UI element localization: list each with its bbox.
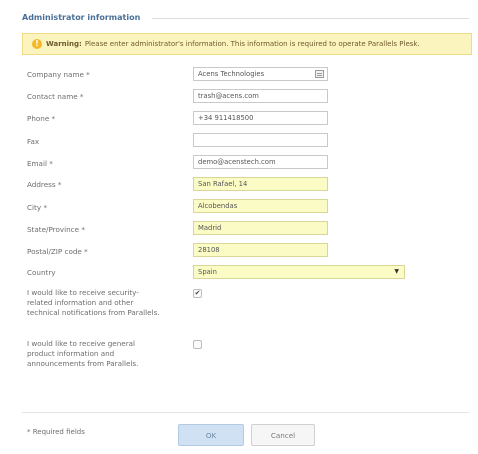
postal-code-field[interactable] (193, 243, 328, 257)
warning-text: Please enter administrator's information… (84, 40, 420, 48)
product-info-label: I would like to receive general product … (27, 339, 139, 368)
country-label: Country (27, 268, 56, 277)
dropdown-arrow-icon[interactable]: ▼ (394, 266, 399, 278)
cancel-button[interactable]: Cancel (251, 424, 315, 446)
email-label: Email * (27, 159, 53, 168)
security-notifications-label: I would like to receive security-related… (27, 288, 160, 317)
city-field[interactable] (193, 199, 328, 213)
fax-label: Fax (27, 137, 40, 146)
city-label: City * (27, 203, 47, 212)
postal-code-label: Postal/ZIP code * (27, 247, 88, 256)
warning-banner: ! Warning: Please enter administrator's … (22, 33, 472, 55)
contact-name-label: Contact name * (27, 92, 84, 101)
product-info-checkbox[interactable] (193, 340, 202, 349)
state-label: State/Province * (27, 225, 85, 234)
state-field[interactable] (193, 221, 328, 235)
required-fields-note: * Required fields (27, 428, 85, 436)
email-field[interactable] (193, 155, 328, 169)
company-name-field[interactable]: Acens Technologies (193, 67, 328, 81)
address-label: Address * (27, 180, 62, 189)
country-select[interactable]: Spain ▼ (193, 265, 405, 279)
company-name-value: Acens Technologies (198, 70, 265, 78)
fax-field[interactable] (193, 133, 328, 147)
phone-field[interactable] (193, 111, 328, 125)
security-notifications-checkbox[interactable]: ✔ (193, 289, 202, 298)
footer-divider (22, 412, 469, 413)
country-value: Spain (198, 268, 217, 276)
ok-button[interactable]: OK (178, 424, 244, 446)
company-name-label: Company name * (27, 70, 90, 79)
card-icon[interactable] (315, 70, 324, 78)
exclamation-icon: ! (32, 39, 42, 49)
contact-name-field[interactable] (193, 89, 328, 103)
phone-label: Phone * (27, 114, 56, 123)
section-title: Administrator information (22, 13, 141, 22)
section-divider (152, 18, 469, 19)
address-field[interactable] (193, 177, 328, 191)
warning-label: Warning: (46, 40, 82, 48)
